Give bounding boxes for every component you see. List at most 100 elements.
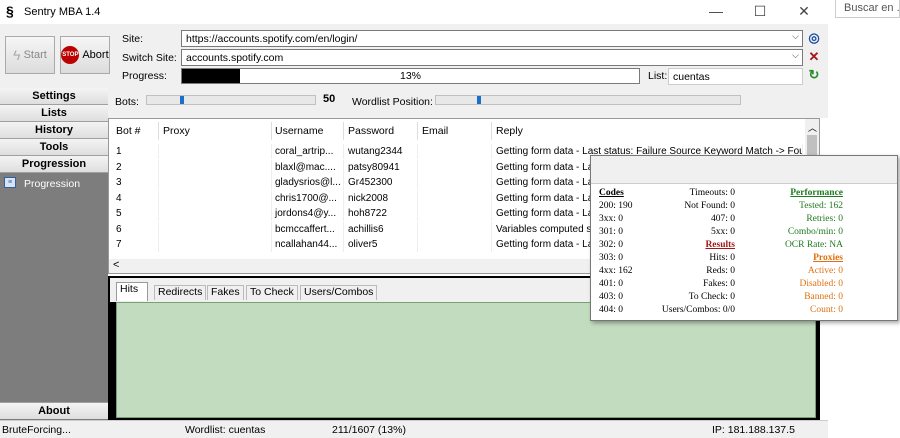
- close-button[interactable]: ✕: [782, 0, 826, 24]
- proxy-stat: Active: 0: [807, 266, 843, 276]
- table-cell: 2: [113, 159, 159, 175]
- request-stat: Not Found: 0: [684, 201, 735, 211]
- maximize-button[interactable]: ☐: [738, 0, 782, 24]
- wordlist-slider[interactable]: [435, 95, 741, 105]
- tab-to-check[interactable]: To Check: [246, 285, 298, 300]
- performance-stat: Combo/min: 0: [787, 227, 843, 237]
- chevron-down-icon: ⌵: [792, 31, 799, 41]
- table-cell: ncallahan44...: [272, 237, 344, 252]
- nav-lists[interactable]: Lists: [0, 105, 108, 122]
- list-icon: ≡: [4, 177, 16, 188]
- table-cell: [160, 159, 272, 175]
- table-cell: [419, 159, 492, 175]
- switch-site-combobox[interactable]: accounts.spotify.com ⌵: [181, 49, 803, 66]
- result-stat: Hits: 0: [709, 253, 735, 263]
- status-state: BruteForcing...: [2, 424, 71, 436]
- start-button[interactable]: ϟ Start: [5, 36, 55, 74]
- table-cell: 3: [113, 175, 159, 190]
- column-header-proxy[interactable]: Proxy: [160, 122, 272, 140]
- nav-sub-progression[interactable]: ≡ Progression: [0, 176, 108, 193]
- site-value: https://accounts.spotify.com/en/login/: [186, 33, 358, 45]
- wordlist-position-label: Wordlist Position:: [352, 96, 433, 108]
- bots-value: 50: [323, 93, 336, 105]
- site-combobox[interactable]: https://accounts.spotify.com/en/login/ ⌵: [181, 30, 803, 47]
- column-header-reply[interactable]: Reply: [493, 122, 803, 140]
- proxy-stat: Banned: 0: [804, 292, 843, 302]
- nav-progression[interactable]: Progression: [0, 156, 108, 173]
- bots-label: Bots:: [115, 96, 139, 108]
- result-stat: To Check: 0: [688, 292, 735, 302]
- title-bar: § Sentry MBA 1.4 — ☐ ✕: [0, 0, 828, 24]
- results-column: Timeouts: 0 Not Found: 0 407: 0 5xx: 0 Resul…: [655, 188, 735, 318]
- table-cell: [419, 190, 492, 206]
- bots-slider[interactable]: [146, 95, 316, 105]
- nav-tools[interactable]: Tools: [0, 139, 108, 156]
- table-cell: blaxl@mac....: [272, 159, 344, 175]
- column-header-bot[interactable]: Bot #: [113, 122, 159, 140]
- proxy-stat: Disabled: 0: [799, 279, 843, 289]
- request-stat: Timeouts: 0: [689, 188, 735, 198]
- scroll-left-icon[interactable]: <: [113, 259, 119, 271]
- nav-about[interactable]: About: [0, 402, 108, 419]
- request-stat: 5xx: 0: [710, 227, 735, 237]
- external-search-input[interactable]: Buscar en ...: [835, 0, 900, 18]
- status-ip: IP: 181.188.137.5: [712, 424, 795, 436]
- wordlist-slider-thumb[interactable]: [477, 96, 481, 104]
- switch-site-label: Switch Site:: [122, 52, 177, 64]
- column-header-username[interactable]: Username: [272, 122, 344, 140]
- table-cell: jordons4@y...: [272, 206, 344, 221]
- progress-text: 13%: [399, 70, 421, 82]
- table-cell: coral_artrip...: [272, 144, 344, 159]
- table-cell: bcmccaffert...: [272, 221, 344, 237]
- performance-stat: Tested: 162: [799, 201, 843, 211]
- progress-label: Progress:: [122, 70, 167, 82]
- search-globe-icon[interactable]: ◎: [807, 31, 821, 45]
- proxy-stat: Count: 0: [810, 305, 843, 315]
- stop-icon: STOP: [61, 46, 80, 64]
- table-cell: [160, 175, 272, 190]
- list-field[interactable]: cuentas: [668, 68, 803, 85]
- performance-stat: OCR Rate: NA: [784, 240, 843, 250]
- lightning-icon: ϟ: [13, 47, 21, 63]
- table-cell: oliver5: [345, 237, 418, 252]
- scroll-thumb[interactable]: [807, 135, 817, 157]
- table-cell: Gr452300: [345, 175, 418, 190]
- abort-button[interactable]: STOP Abort: [60, 36, 110, 74]
- nav-settings[interactable]: Settings: [0, 88, 108, 105]
- remove-icon[interactable]: ✕: [807, 50, 821, 64]
- result-stat: Users/Combos: 0/0: [661, 305, 735, 315]
- minimize-button[interactable]: —: [694, 0, 738, 24]
- table-cell: [160, 221, 272, 237]
- nav-history[interactable]: History: [0, 122, 108, 139]
- results-title: Results: [705, 240, 735, 250]
- table-cell: 5: [113, 206, 159, 221]
- performance-title: Performance: [790, 188, 843, 198]
- bots-slider-thumb[interactable]: [180, 96, 184, 104]
- scroll-up-icon[interactable]: ︿: [808, 121, 817, 134]
- table-cell: 6: [113, 221, 159, 237]
- left-navigation: Settings Lists History Tools Progression…: [0, 88, 108, 420]
- tab-hits[interactable]: Hits: [116, 282, 148, 301]
- table-cell: [160, 237, 272, 252]
- table-cell: [419, 237, 492, 252]
- app-icon: §: [6, 3, 14, 19]
- table-cell: [419, 175, 492, 190]
- window-title: Sentry MBA 1.4: [24, 6, 101, 18]
- table-cell: chris1700@...: [272, 190, 344, 206]
- progress-bar: 13%: [181, 68, 640, 84]
- table-cell: 1: [113, 144, 159, 159]
- status-wordlist: Wordlist: cuentas: [185, 424, 266, 436]
- tab-fakes[interactable]: Fakes: [207, 285, 244, 300]
- column-header-email[interactable]: Email: [419, 122, 492, 140]
- proxies-title: Proxies: [813, 253, 843, 263]
- table-cell: 4: [113, 190, 159, 206]
- table-cell: [160, 206, 272, 221]
- switch-site-value: accounts.spotify.com: [186, 52, 284, 64]
- tab-redirects[interactable]: Redirects: [154, 285, 207, 300]
- table-cell: patsy80941: [345, 159, 418, 175]
- tab-users-combos[interactable]: Users/Combos: [300, 285, 378, 300]
- list-label: List:: [648, 70, 668, 82]
- column-header-password[interactable]: Password: [345, 122, 418, 140]
- refresh-icon[interactable]: ↻: [807, 68, 821, 82]
- result-stat: Reds: 0: [706, 266, 735, 276]
